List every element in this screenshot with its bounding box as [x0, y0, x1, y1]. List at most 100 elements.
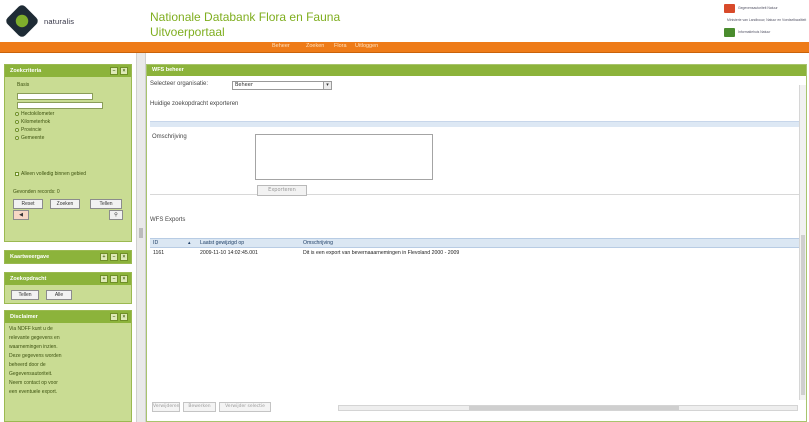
logo-mark-icon — [4, 3, 40, 39]
disclaimer-line: Via NDFF kunt u de — [9, 326, 53, 332]
count-button[interactable]: Tellen — [90, 199, 122, 209]
disclaimer-line: Neem contact op voor — [9, 380, 58, 386]
delete-selection-button[interactable]: Verwijder selectie — [219, 402, 271, 412]
disclaimer-panel: Disclaimer – × Via NDFF kunt u de releva… — [4, 310, 132, 422]
date-input[interactable] — [17, 93, 93, 100]
section-title: Huidige zoekopdracht exporteren — [150, 101, 239, 107]
collapse-icon[interactable]: – — [110, 253, 118, 261]
chevron-down-icon[interactable]: ▾ — [323, 82, 331, 89]
disclaimer-line: een eventuele export. — [9, 389, 58, 395]
radio-provincie[interactable]: Provincie — [15, 127, 42, 133]
records-count: Gevonden records: 0 — [13, 189, 60, 195]
partner-logo-1[interactable]: Gegevensautoriteit Natuur — [724, 3, 806, 14]
radio-gemeente[interactable]: Gemeente — [15, 135, 44, 141]
naturalis-logo[interactable]: naturalis — [4, 3, 131, 39]
remove-icon[interactable]: ◀ — [13, 210, 29, 220]
map-view-panel: Kaartweergave + – × — [4, 250, 132, 264]
org-label: Selecteer organisatie: — [150, 81, 209, 87]
panel-title: Zoekcriteria — [10, 68, 42, 74]
collapse-icon[interactable]: – — [110, 275, 118, 283]
within-area-checkbox[interactable]: Alleen volledig binnen gebied — [15, 171, 86, 177]
sidebar: Zoekcriteria – × Basis Hectokilometer Ki… — [4, 64, 132, 422]
search-criteria-panel: Zoekcriteria – × Basis Hectokilometer Ki… — [4, 64, 132, 242]
menu-item-uitloggen[interactable]: Uitloggen — [355, 43, 378, 49]
panel-header: Disclaimer – × — [5, 311, 131, 323]
vertical-scrollbar[interactable] — [799, 85, 806, 400]
cell-id: 1161 — [153, 250, 165, 256]
main-menu-bar: Beheer Zoeken Flora Uitloggen — [0, 42, 809, 53]
radio-icon — [15, 127, 19, 132]
cell-description: Dit is een export van bevernaaarnemingen… — [303, 250, 460, 256]
export-form — [150, 127, 802, 195]
close-icon[interactable]: × — [120, 275, 128, 283]
delete-button[interactable]: Verwijderen — [152, 402, 180, 412]
scroll-thumb[interactable] — [801, 235, 805, 395]
menu-item-flora[interactable]: Flora — [334, 43, 347, 49]
panel-header: Zoekcriteria – × — [5, 65, 131, 77]
disclaimer-line: beheerd door de — [9, 362, 46, 368]
radio-icon — [15, 119, 19, 124]
exports-grid-header: ID ▴ Laatst gewijzigd op Omschrijving — [150, 238, 802, 248]
cell-modified: 2009-11-10 14:02:45.001 — [200, 250, 258, 256]
table-row[interactable]: 1161 2009-11-10 14:02:45.001 Dit is een … — [150, 249, 799, 258]
panel-header[interactable]: Kaartweergave + – × — [5, 251, 131, 263]
horizontal-scrollbar[interactable] — [338, 405, 798, 411]
menu-item-beheer[interactable]: Beheer — [272, 43, 290, 49]
splitter-grip-icon[interactable] — [139, 228, 143, 238]
description-textarea[interactable] — [255, 134, 433, 180]
column-header-description[interactable]: Omschrijving — [303, 240, 333, 246]
radio-icon — [15, 135, 19, 140]
alle-button[interactable]: Alle — [46, 290, 72, 300]
panel-header: Zoekopdracht + – × — [5, 273, 131, 285]
close-icon[interactable]: × — [120, 67, 128, 75]
portal-title: Nationale Databank Flora en Fauna — [150, 10, 341, 24]
portal-subtitle: Uitvoerportaal — [150, 25, 225, 39]
column-header-modified[interactable]: Laatst gewijzigd op — [200, 240, 244, 246]
disclaimer-line: Deze gegevens worden — [9, 353, 62, 359]
disclaimer-line: relevante gegevens en — [9, 335, 60, 341]
header: naturalis Nationale Databank Flora en Fa… — [0, 0, 809, 42]
export-button[interactable]: Exporteren — [257, 185, 307, 196]
checkbox-icon — [15, 171, 19, 176]
expand-icon[interactable]: + — [100, 275, 108, 283]
close-icon[interactable]: × — [120, 253, 128, 261]
collapse-icon[interactable]: – — [110, 313, 118, 321]
radio-hectokilometer[interactable]: Hectokilometer — [15, 111, 54, 117]
search-button[interactable]: Zoeken — [50, 199, 80, 209]
scroll-thumb[interactable] — [469, 406, 679, 410]
search-icon[interactable]: ⚲ — [109, 210, 123, 220]
close-icon[interactable]: × — [120, 313, 128, 321]
partner-logo-3[interactable]: Informatiehuis Natuur — [724, 27, 806, 38]
radio-icon — [15, 111, 19, 116]
tellen-button[interactable]: Tellen — [11, 290, 39, 300]
sidebar-splitter[interactable] — [136, 53, 146, 422]
grid-toolbar: Verwijderen Bewerken Verwijder selectie — [150, 401, 806, 415]
panel-title: Disclaimer — [10, 314, 38, 320]
panel-title: Kaartweergave — [10, 254, 50, 260]
partner-logo-2[interactable]: Ministerie van Landbouw, Natuur en Voeds… — [724, 15, 806, 26]
edit-button[interactable]: Bewerken — [183, 402, 216, 412]
panel-title: WFS beheer — [152, 67, 184, 73]
disclaimer-line: waarnemingen inzien. — [9, 344, 58, 350]
expand-icon[interactable]: + — [100, 253, 108, 261]
panel-header: WFS beheer — [147, 65, 806, 76]
wfs-exports-label: WFS Exports — [150, 217, 186, 223]
wfs-panel: WFS beheer Selecteer organisatie: Beheer… — [146, 64, 807, 422]
organisation-select[interactable]: Beheer ▾ — [232, 81, 332, 90]
partner-icon — [724, 28, 735, 37]
search-query-panel: Zoekopdracht + – × Tellen Alle — [4, 272, 132, 304]
area-select[interactable] — [17, 102, 103, 109]
radio-kilometerhok[interactable]: Kilometerhok — [15, 119, 50, 125]
disclaimer-line: Gegevensautoriteit. — [9, 371, 53, 377]
reset-button[interactable]: Reset — [13, 199, 43, 209]
menu-item-zoeken[interactable]: Zoeken — [306, 43, 324, 49]
column-header-id[interactable]: ID — [153, 240, 158, 246]
panel-title: Zoekopdracht — [10, 276, 47, 282]
logo-text: naturalis — [44, 16, 75, 26]
sort-icon[interactable]: ▴ — [188, 240, 191, 246]
partner-logos: Gegevensautoriteit Natuur Ministerie van… — [724, 3, 806, 39]
basis-label: Basis — [17, 82, 30, 88]
collapse-icon[interactable]: – — [110, 67, 118, 75]
partner-icon — [724, 4, 735, 13]
description-label: Omschrijving — [152, 134, 187, 140]
